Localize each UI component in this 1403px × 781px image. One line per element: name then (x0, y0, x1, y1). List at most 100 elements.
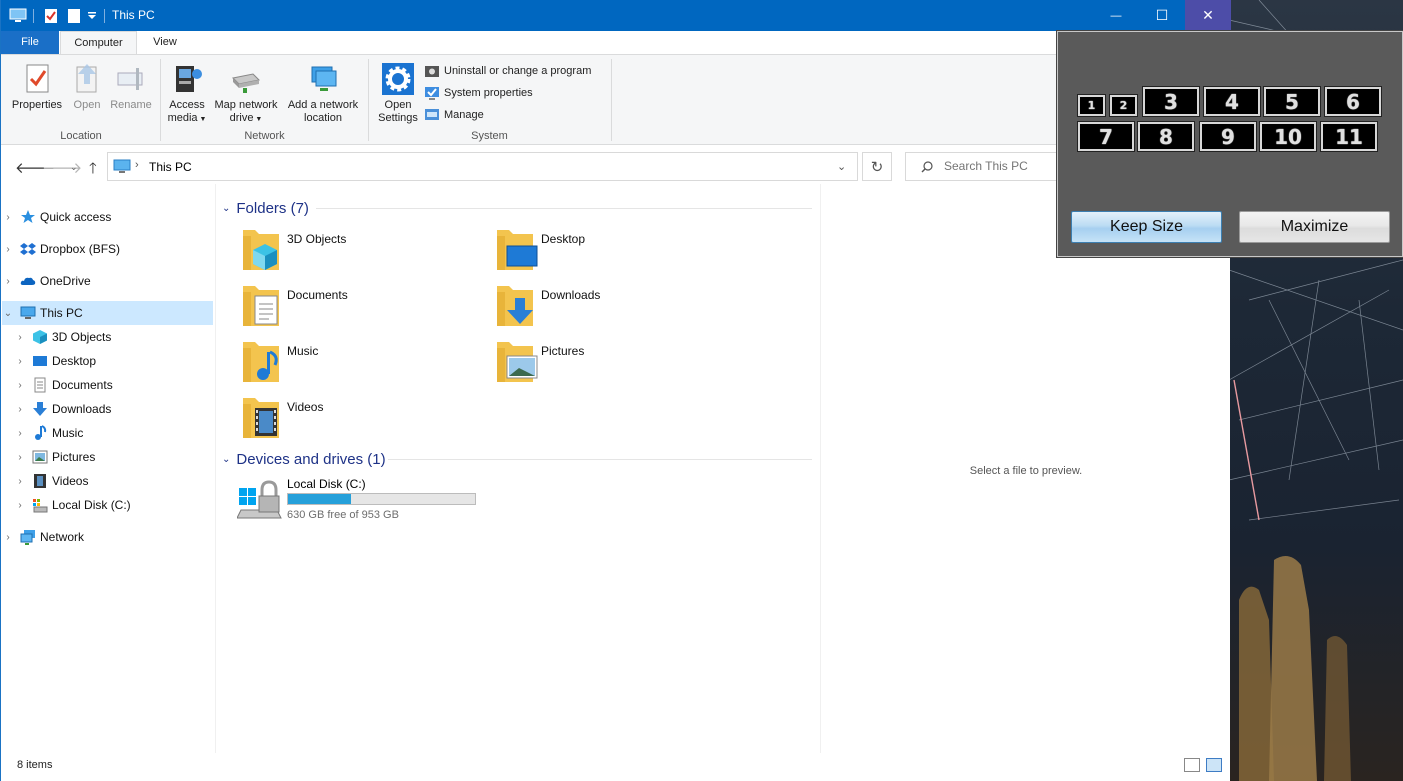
add-network-location-button[interactable]: Add a network location (284, 62, 362, 125)
devices-group-header[interactable]: ⌄ Devices and drives (1) (222, 449, 812, 469)
new-folder-quick-icon[interactable] (67, 6, 81, 26)
open-button[interactable]: Open (69, 62, 105, 112)
nav-downloads[interactable]: › Downloads (2, 397, 213, 421)
folders-group-header[interactable]: ⌄ Folders (7) (222, 198, 812, 218)
folder-tile-music[interactable]: Music (241, 338, 471, 388)
manage-button[interactable]: Manage (424, 106, 484, 124)
tab-view[interactable]: View (141, 31, 189, 54)
nav-quick-access[interactable]: › Quick access (2, 205, 213, 229)
maximize-button[interactable]: ☐ (1139, 0, 1185, 31)
properties-quick-icon[interactable] (44, 6, 58, 26)
nav-onedrive[interactable]: › OneDrive (2, 269, 213, 293)
nav-dropbox[interactable]: › Dropbox (BFS) (2, 237, 213, 261)
close-button[interactable]: ✕ (1185, 0, 1231, 31)
access-media-label-2: media (167, 112, 198, 124)
map-network-drive-button[interactable]: Map network drive ▼ (210, 62, 282, 126)
folder-tile-3d-objects[interactable]: 3D Objects (241, 226, 471, 276)
folder-desktop-icon (497, 230, 538, 270)
layout-cell-1[interactable]: 1 (1077, 94, 1106, 117)
expand-chevron-icon[interactable]: › (14, 500, 26, 511)
layout-cell-5[interactable]: 5 (1263, 86, 1321, 117)
folder-name: Downloads (541, 288, 601, 302)
address-path[interactable]: This PC (149, 160, 192, 174)
nav-this-pc[interactable]: ⌄ This PC (2, 301, 213, 325)
nav-videos[interactable]: › Videos (2, 469, 213, 493)
nav-network[interactable]: › Network (2, 525, 213, 549)
nav-pictures[interactable]: › Pictures (2, 445, 213, 469)
pc-icon[interactable] (9, 6, 27, 26)
maximize-layout-button[interactable]: Maximize (1239, 211, 1390, 243)
collapse-group-icon[interactable]: ⌄ (222, 203, 230, 214)
expand-chevron-icon[interactable]: › (14, 428, 26, 439)
address-dropdown-icon[interactable]: ⌄ (837, 160, 846, 173)
expand-chevron-icon[interactable]: › (14, 356, 26, 367)
layout-cell-6[interactable]: 6 (1324, 86, 1382, 117)
preview-empty-message: Select a file to preview. (969, 465, 1083, 477)
layout-cell-10[interactable]: 10 (1259, 121, 1317, 152)
pane-divider[interactable] (215, 184, 216, 753)
rename-button[interactable]: Rename (108, 62, 154, 112)
nav-documents[interactable]: › Documents (2, 373, 213, 397)
star-icon (21, 210, 35, 223)
system-properties-button[interactable]: System properties (424, 84, 533, 102)
manage-label: Manage (444, 109, 484, 121)
drive-usage-fill (288, 494, 352, 504)
expand-chevron-icon[interactable]: › (14, 476, 26, 487)
folder-tile-documents[interactable]: Documents (241, 282, 471, 332)
folder-tile-downloads[interactable]: Downloads (495, 282, 725, 332)
uninstall-program-button[interactable]: Uninstall or change a program (424, 62, 591, 80)
nav-desktop[interactable]: › Desktop (2, 349, 213, 373)
expand-chevron-icon[interactable]: › (2, 276, 14, 287)
layout-cell-11[interactable]: 11 (1320, 121, 1378, 152)
folder-tile-videos[interactable]: Videos (241, 394, 471, 444)
expand-chevron-icon[interactable]: › (14, 404, 26, 415)
layout-cell-3[interactable]: 3 (1142, 86, 1200, 117)
network-icon (20, 530, 35, 545)
open-settings-label-1: Open (384, 99, 412, 111)
title-bar[interactable]: This PC — ☐ ✕ (1, 0, 1231, 31)
nav-label: Documents (52, 378, 113, 392)
layout-cell-7[interactable]: 7 (1077, 121, 1135, 152)
expand-chevron-icon[interactable]: › (2, 244, 14, 255)
folder-tile-desktop[interactable]: Desktop (495, 226, 725, 276)
open-settings-button[interactable]: Open Settings (375, 62, 421, 125)
folder-documents-icon (243, 286, 279, 326)
expand-chevron-icon[interactable]: › (14, 452, 26, 463)
up-button[interactable]: 🡑 (89, 158, 97, 183)
search-box[interactable] (905, 152, 1065, 181)
layout-cell-2[interactable]: 2 (1109, 94, 1138, 117)
minimize-button[interactable]: — (1093, 0, 1139, 31)
expand-chevron-icon[interactable]: › (2, 212, 14, 223)
large-icons-view-icon[interactable] (1206, 758, 1222, 772)
nav-3d-objects[interactable]: › 3D Objects (2, 325, 213, 349)
close-icon: ✕ (1202, 7, 1214, 23)
film-strip-icon (34, 474, 46, 488)
expand-chevron-icon[interactable]: › (14, 380, 26, 391)
keep-size-button[interactable]: Keep Size (1071, 211, 1222, 243)
search-input[interactable] (944, 159, 1054, 173)
drive-tile-local-disk[interactable]: Local Disk (C:) 630 GB free of 953 GB (237, 476, 487, 526)
tab-file[interactable]: File (1, 31, 59, 54)
expand-chevron-icon[interactable]: › (14, 332, 26, 343)
collapse-chevron-icon[interactable]: ⌄ (2, 308, 14, 319)
network-group-label: Network (244, 130, 285, 142)
customize-quick-access-icon[interactable] (87, 6, 97, 26)
address-bar[interactable]: › This PC ⌄ (107, 152, 858, 181)
tab-computer[interactable]: Computer (60, 31, 137, 54)
layout-cell-9[interactable]: 9 (1199, 121, 1257, 152)
details-view-icon[interactable] (1184, 758, 1200, 772)
download-arrow-icon (33, 402, 47, 416)
nav-local-disk[interactable]: › Local Disk (C:) (2, 493, 213, 517)
refresh-button[interactable]: ↻ (862, 152, 892, 181)
access-media-button[interactable]: Access media ▼ (165, 62, 209, 126)
expand-chevron-icon[interactable]: › (2, 532, 14, 543)
nav-music[interactable]: › Music (2, 421, 213, 445)
layout-cell-8[interactable]: 8 (1137, 121, 1195, 152)
recent-locations-dropdown[interactable]: ⌄ (70, 162, 78, 173)
properties-button[interactable]: Properties (8, 62, 66, 112)
layout-cell-4[interactable]: 4 (1203, 86, 1261, 117)
folder-music-icon (243, 342, 279, 382)
collapse-group-icon[interactable]: ⌄ (222, 454, 230, 465)
folder-tile-pictures[interactable]: Pictures (495, 338, 725, 388)
folder-downloads-icon (497, 286, 533, 326)
